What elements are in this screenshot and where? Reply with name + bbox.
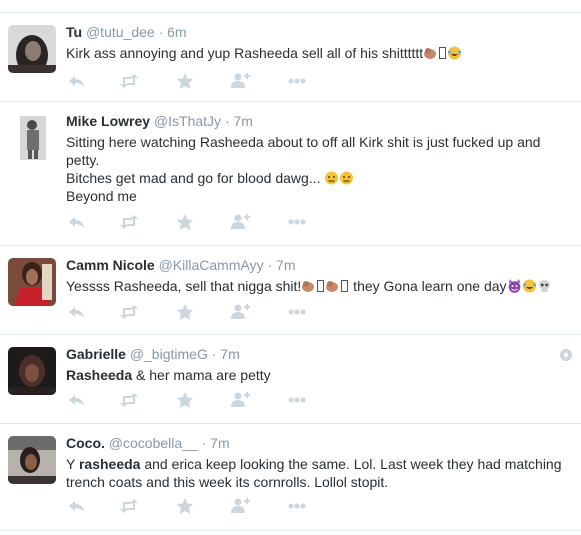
clapping-hands-emoji [423, 46, 438, 60]
tweet-text-line-body: Bitches get mad and go for blood dawg... [66, 170, 321, 186]
display-name[interactable]: Coco. [66, 435, 105, 451]
reply-icon[interactable] [66, 71, 88, 91]
username[interactable]: @KillaCammAyy [159, 257, 264, 273]
favorite-star-icon[interactable] [174, 390, 196, 410]
timestamp[interactable]: 7m [234, 113, 253, 129]
more-dots-icon[interactable] [286, 302, 308, 322]
retweet-icon[interactable] [118, 496, 140, 516]
tweet-text-line: Bitches get mad and go for blood dawg... [66, 169, 571, 187]
username[interactable]: @tutu_dee [86, 24, 155, 40]
reply-icon[interactable] [66, 496, 88, 516]
avatar[interactable] [8, 258, 56, 306]
tweet-actions [66, 390, 326, 410]
separator: · [158, 24, 164, 40]
tweet-actions [66, 212, 326, 232]
follow-person-icon[interactable] [229, 390, 251, 410]
neutral-face-emoji [324, 171, 339, 185]
reply-icon[interactable] [66, 390, 88, 410]
laughing-tears-emoji [522, 279, 537, 293]
retweet-icon[interactable] [118, 212, 140, 232]
reply-icon[interactable] [66, 212, 88, 232]
avatar[interactable] [8, 347, 56, 395]
display-name[interactable]: Gabrielle [66, 346, 126, 362]
tweet-item[interactable]: Coco. @cocobella__ · 7m Y rasheeda and e… [0, 424, 581, 531]
separator: · [211, 346, 217, 362]
display-name[interactable]: Tu [66, 24, 82, 40]
globe-icon[interactable] [559, 348, 573, 362]
avatar[interactable] [8, 114, 56, 162]
username[interactable]: @_bigtimeG [130, 346, 208, 362]
retweet-icon[interactable] [118, 302, 140, 322]
tweet-header: Camm Nicole @KillaCammAyy · 7m [66, 255, 571, 275]
tweet-text-line: Y rasheeda and erica keep looking the sa… [66, 455, 571, 473]
tweet-text: Yessss Rasheeda, sell that nigga shit! t… [66, 277, 571, 295]
tweet-text-body: and erica keep looking the same. Lol. La… [140, 456, 562, 472]
tweet-item[interactable]: Mike Lowrey @IsThatJy · 7m Sitting here … [0, 102, 581, 246]
skull-emoji [537, 279, 552, 293]
favorite-star-icon[interactable] [174, 496, 196, 516]
tweet-text-body: Kirk ass annoying and yup Rasheeda sell … [66, 45, 424, 61]
tweet-header: Tu @tutu_dee · 6m [66, 22, 571, 42]
imp-emoji [507, 279, 522, 293]
tweet-actions [66, 496, 326, 516]
favorite-star-icon[interactable] [174, 302, 196, 322]
avatar[interactable] [8, 436, 56, 484]
more-dots-icon[interactable] [286, 212, 308, 232]
tweet-header: Coco. @cocobella__ · 7m [66, 433, 571, 453]
username[interactable]: @IsThatJy [154, 113, 221, 129]
tweet-actions [66, 302, 326, 322]
timestamp[interactable]: 6m [167, 24, 186, 40]
tweet-text-body: Yessss Rasheeda, sell that nigga shit! [66, 278, 302, 294]
reply-icon[interactable] [66, 302, 88, 322]
tweet-text: Y rasheeda and erica keep looking the sa… [66, 455, 571, 491]
separator: · [224, 113, 230, 129]
tweet-text-line: Sitting here watching Rasheeda about to … [66, 134, 541, 150]
username[interactable]: @cocobella__ [109, 435, 198, 451]
more-dots-icon[interactable] [286, 390, 308, 410]
tweet-text: Kirk ass annoying and yup Rasheeda sell … [66, 44, 571, 62]
follow-person-icon[interactable] [229, 496, 251, 516]
tweet-header: Gabrielle @_bigtimeG · 7m [66, 344, 571, 364]
clapping-hands-emoji [301, 279, 316, 293]
tweet-text-highlight: Rasheeda [66, 367, 133, 383]
tweet-text: Sitting here watching Rasheeda about to … [66, 133, 571, 205]
follow-person-icon[interactable] [229, 302, 251, 322]
tweet-item[interactable]: Camm Nicole @KillaCammAyy · 7m Yessss Ra… [0, 246, 581, 335]
neutral-face-emoji [339, 171, 354, 185]
follow-person-icon[interactable] [229, 212, 251, 232]
tweet-header: Mike Lowrey @IsThatJy · 7m [66, 111, 571, 131]
display-name[interactable]: Camm Nicole [66, 257, 155, 273]
tweet-actions [66, 71, 326, 91]
box-glyph [317, 280, 325, 292]
timeline-feed: Tu @tutu_dee · 6m Kirk ass annoying and … [0, 0, 581, 535]
tweet-text-body: & her mama are petty [132, 367, 271, 383]
retweet-icon[interactable] [118, 71, 140, 91]
box-glyph [341, 280, 349, 292]
favorite-star-icon[interactable] [174, 71, 196, 91]
laughing-tears-emoji [447, 46, 462, 60]
avatar[interactable] [8, 25, 56, 73]
separator: · [201, 435, 207, 451]
tweet-text-line: trench coats and this week its cornrolls… [66, 474, 389, 490]
timestamp[interactable]: 7m [276, 257, 295, 273]
retweet-icon[interactable] [118, 390, 140, 410]
tweet-text-line: petty. [66, 152, 100, 168]
tweet-item[interactable]: Tu @tutu_dee · 6m Kirk ass annoying and … [0, 13, 581, 102]
tweet-text-line: Beyond me [66, 188, 137, 204]
tweet-text: Rasheeda & her mama are petty [66, 366, 571, 384]
box-glyph [439, 47, 447, 59]
more-dots-icon[interactable] [286, 71, 308, 91]
display-name[interactable]: Mike Lowrey [66, 113, 150, 129]
separator: · [267, 257, 273, 273]
tweet-text-body: Y [66, 456, 79, 472]
favorite-star-icon[interactable] [174, 212, 196, 232]
timestamp[interactable]: 7m [220, 346, 239, 362]
tweet-text-highlight: rasheeda [78, 456, 141, 472]
tweet-text-body: they Gona learn one day [349, 278, 507, 294]
follow-person-icon[interactable] [229, 71, 251, 91]
tweet-item[interactable]: Gabrielle @_bigtimeG · 7m Rasheeda & her… [0, 335, 581, 424]
timestamp[interactable]: 7m [210, 435, 229, 451]
more-dots-icon[interactable] [286, 496, 308, 516]
clapping-hands-emoji [325, 279, 340, 293]
